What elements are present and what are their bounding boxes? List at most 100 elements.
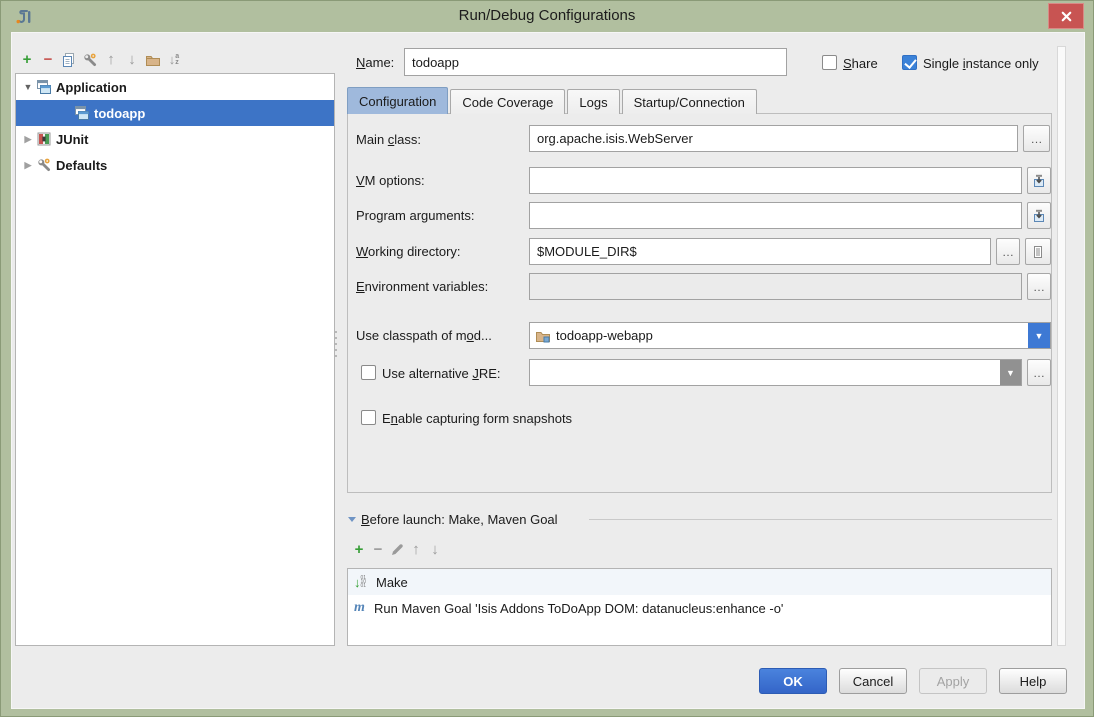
form-snapshots-label[interactable]: Enable capturing form snapshots (382, 411, 572, 426)
add-configuration-button[interactable]: + (19, 52, 35, 68)
expand-program-arguments-button[interactable] (1027, 202, 1051, 229)
vertical-scrollbar[interactable] (1057, 46, 1066, 646)
ellipsis-icon: … (1031, 132, 1043, 146)
folder-icon (145, 52, 161, 68)
vm-options-label: VM options: (356, 173, 425, 188)
configurations-tree: ▼ Application todoapp ▶ (15, 73, 335, 646)
close-button[interactable] (1048, 3, 1084, 29)
name-label: Name: (356, 55, 394, 70)
before-launch-toolbar: + − ↑ ↓ (351, 542, 443, 558)
form-snapshots-checkbox[interactable] (361, 410, 376, 425)
chevron-collapsed-icon[interactable]: ▶ (22, 134, 34, 145)
environment-variables-label: Environment variables: (356, 279, 488, 294)
classpath-module-combobox[interactable]: todoapp-webapp ▼ (529, 322, 1051, 349)
move-task-up-button[interactable]: ↑ (408, 542, 424, 558)
ellipsis-icon: … (1033, 366, 1045, 380)
tab-code-coverage[interactable]: Code Coverage (450, 89, 565, 114)
tree-item-application[interactable]: ▼ Application (16, 74, 334, 100)
program-arguments-input[interactable] (529, 202, 1022, 229)
alternative-jre-combobox[interactable]: ▼ (529, 359, 1022, 386)
copy-icon (61, 52, 77, 68)
tree-item-label: Defaults (56, 158, 107, 173)
expand-vm-options-button[interactable] (1027, 167, 1051, 194)
classpath-module-label: Use classpath of mod... (356, 328, 492, 343)
expand-field-icon (1031, 173, 1047, 189)
tab-configuration[interactable]: Configuration (347, 87, 448, 114)
tree-item-defaults[interactable]: ▶ Defaults (16, 152, 334, 178)
tree-item-label: JUnit (56, 132, 89, 147)
run-debug-configurations-dialog: Run/Debug Configurations + − ↑ ↓ (0, 0, 1094, 717)
before-launch-task-list: ↓ 01 10 01 Make m Run Maven Goal 'Isis A… (347, 568, 1052, 646)
document-list-icon (1030, 244, 1046, 260)
wrench-icon (82, 52, 98, 68)
new-folder-button[interactable] (145, 52, 161, 68)
sort-configurations-button[interactable]: ↓ a z (166, 52, 182, 68)
single-instance-label[interactable]: Single instance only (923, 56, 1039, 71)
main-class-label: Main class: (356, 132, 421, 147)
tree-item-label: todoapp (94, 106, 145, 121)
name-input[interactable] (404, 48, 787, 76)
application-icon (36, 79, 52, 95)
insert-macro-button[interactable] (1025, 238, 1051, 265)
tab-logs[interactable]: Logs (567, 89, 619, 114)
move-task-down-button[interactable]: ↓ (427, 542, 443, 558)
before-launch-collapse-icon[interactable] (348, 517, 356, 522)
chevron-down-icon[interactable]: ▼ (1000, 360, 1021, 385)
copy-configuration-button[interactable] (61, 52, 77, 68)
wrench-icon (36, 157, 52, 173)
share-checkbox[interactable] (822, 55, 837, 70)
move-down-button[interactable]: ↓ (124, 52, 140, 68)
program-arguments-label: Program arguments: (356, 208, 475, 223)
remove-task-button[interactable]: − (370, 542, 386, 558)
before-launch-title: Before launch: Make, Maven Goal (361, 512, 558, 527)
tree-item-junit[interactable]: ▶ JUnit (16, 126, 334, 152)
help-button[interactable]: Help (999, 668, 1067, 694)
settings-tabs: Configuration Code Coverage Logs Startup… (347, 88, 759, 114)
alternative-jre-label[interactable]: Use alternative JRE: (382, 366, 501, 381)
browse-main-class-button[interactable]: … (1023, 125, 1050, 152)
working-directory-input[interactable] (529, 238, 991, 265)
edit-task-button[interactable] (389, 542, 405, 558)
configurations-toolbar: + − ↑ ↓ ↓ (19, 51, 182, 69)
ellipsis-icon: … (1033, 280, 1045, 294)
ellipsis-icon: … (1002, 245, 1014, 259)
vm-options-input[interactable] (529, 167, 1022, 194)
add-task-button[interactable]: + (351, 542, 367, 558)
apply-button[interactable]: Apply (919, 668, 987, 694)
edit-defaults-button[interactable] (82, 52, 98, 68)
close-icon (1059, 9, 1074, 24)
before-launch-divider (589, 519, 1052, 520)
browse-working-directory-button[interactable]: … (996, 238, 1020, 265)
share-label[interactable]: Share (843, 56, 878, 71)
tree-item-label: Application (56, 80, 127, 95)
edit-environment-variables-button[interactable]: … (1027, 273, 1051, 300)
single-instance-checkbox[interactable] (902, 55, 917, 70)
expand-field-icon (1031, 208, 1047, 224)
dialog-title: Run/Debug Configurations (1, 7, 1093, 24)
classpath-module-value: todoapp-webapp (556, 328, 653, 343)
task-label: Make (376, 575, 408, 590)
sort-letters-icon: a z (175, 54, 179, 66)
ok-button[interactable]: OK (759, 668, 827, 694)
chevron-down-icon[interactable]: ▼ (1028, 323, 1050, 348)
tab-startup-connection[interactable]: Startup/Connection (622, 89, 757, 114)
splitter-handle[interactable] (332, 331, 340, 369)
application-icon (74, 105, 90, 121)
move-up-button[interactable]: ↑ (103, 52, 119, 68)
junit-icon (36, 131, 52, 147)
environment-variables-input[interactable] (529, 273, 1022, 300)
task-label: Run Maven Goal 'Isis Addons ToDoApp DOM:… (374, 601, 783, 616)
task-item-make[interactable]: ↓ 01 10 01 Make (348, 569, 1051, 595)
browse-jre-button[interactable]: … (1027, 359, 1051, 386)
pencil-icon (389, 542, 405, 558)
chevron-expanded-icon[interactable]: ▼ (22, 82, 34, 92)
alternative-jre-checkbox[interactable] (361, 365, 376, 380)
cancel-button[interactable]: Cancel (839, 668, 907, 694)
task-item-maven-goal[interactable]: m Run Maven Goal 'Isis Addons ToDoApp DO… (348, 595, 1051, 621)
module-icon (535, 328, 551, 344)
chevron-collapsed-icon[interactable]: ▶ (22, 160, 34, 171)
maven-icon: m (354, 600, 370, 616)
remove-configuration-button[interactable]: − (40, 52, 56, 68)
main-class-input[interactable] (529, 125, 1018, 152)
tree-item-todoapp[interactable]: todoapp (16, 100, 334, 126)
